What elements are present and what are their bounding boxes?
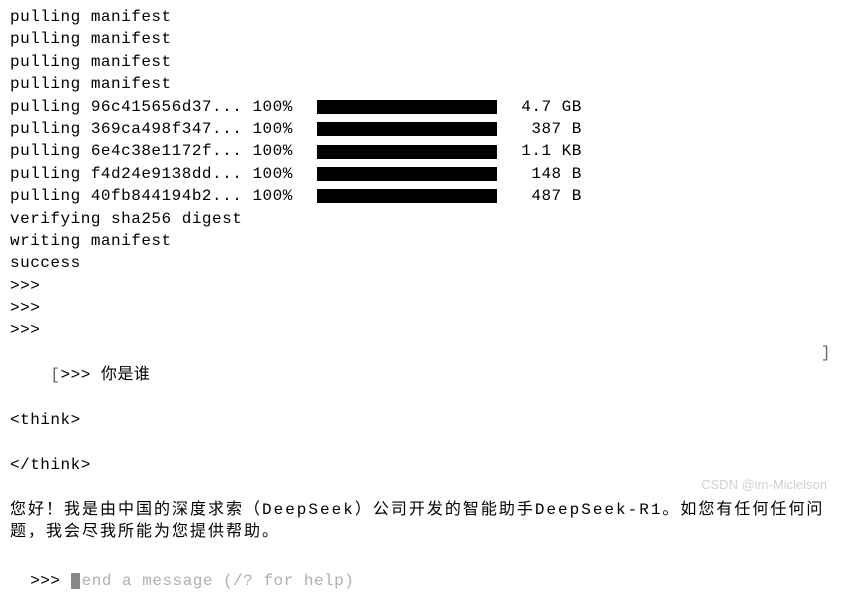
pull-size [501, 185, 521, 207]
repl-prompt-empty: >>> [10, 275, 831, 297]
pull-prefix: pulling 96c415656d37... 100% [10, 96, 313, 118]
pull-manifest-line: pulling manifest [10, 73, 831, 95]
repl-prompt-empty: >>> [10, 297, 831, 319]
pull-size [501, 163, 521, 185]
repl-prompt-empty: >>> [10, 319, 831, 341]
pull-size-value: 148 B [521, 163, 582, 185]
repl-prompt-prefix: >>> [30, 572, 70, 590]
repl-prompt-prefix: >>> [61, 366, 101, 384]
pull-manifest-line: pulling manifest [10, 28, 831, 50]
pull-size [501, 118, 521, 140]
watermark-text: CSDN @im-Miclelson [701, 476, 827, 494]
pull-size-value: 4.7 GB [521, 96, 582, 118]
pull-progress-row: pulling 369ca498f347... 100% 387 B [10, 118, 831, 140]
assistant-response: 您好！我是由中国的深度求索（DeepSeek）公司开发的智能助手DeepSeek… [10, 499, 831, 544]
progress-bar-icon [317, 189, 497, 203]
progress-bar-icon [317, 100, 497, 114]
input-placeholder: end a message (/? for help) [82, 572, 355, 590]
pull-size-value: 1.1 KB [521, 140, 582, 162]
user-input-line: [>>> 你是谁 ] [10, 342, 831, 409]
pull-progress-row: pulling 96c415656d37... 100% 4.7 GB [10, 96, 831, 118]
pull-progress-row: pulling 40fb844194b2... 100% 487 B [10, 185, 831, 207]
right-bracket: ] [821, 342, 831, 409]
pull-prefix: pulling 40fb844194b2... 100% [10, 185, 313, 207]
user-question: 你是谁 [101, 366, 151, 384]
pull-prefix: pulling f4d24e9138dd... 100% [10, 163, 313, 185]
think-open-tag: <think> [10, 409, 831, 431]
pull-manifest-line: pulling manifest [10, 6, 831, 28]
input-prompt-line[interactable]: >>> end a message (/? for help) [10, 547, 831, 592]
progress-bar-icon [317, 145, 497, 159]
think-close-tag: </think> [10, 454, 831, 476]
pull-size-value: 487 B [521, 185, 582, 207]
verifying-line: verifying sha256 digest [10, 208, 831, 230]
progress-bar-icon [317, 167, 497, 181]
success-line: success [10, 252, 831, 274]
pull-size [501, 96, 521, 118]
pull-progress-row: pulling f4d24e9138dd... 100% 148 B [10, 163, 831, 185]
pull-size-value: 387 B [521, 118, 582, 140]
pull-manifest-line: pulling manifest [10, 51, 831, 73]
pull-prefix: pulling 369ca498f347... 100% [10, 118, 313, 140]
pull-prefix: pulling 6e4c38e1172f... 100% [10, 140, 313, 162]
blank-line [10, 431, 831, 453]
writing-line: writing manifest [10, 230, 831, 252]
cursor-icon [71, 573, 80, 589]
pull-progress-row: pulling 6e4c38e1172f... 100% 1.1 KB [10, 140, 831, 162]
pull-size [501, 140, 521, 162]
left-bracket: [ [50, 366, 60, 384]
progress-bar-icon [317, 122, 497, 136]
